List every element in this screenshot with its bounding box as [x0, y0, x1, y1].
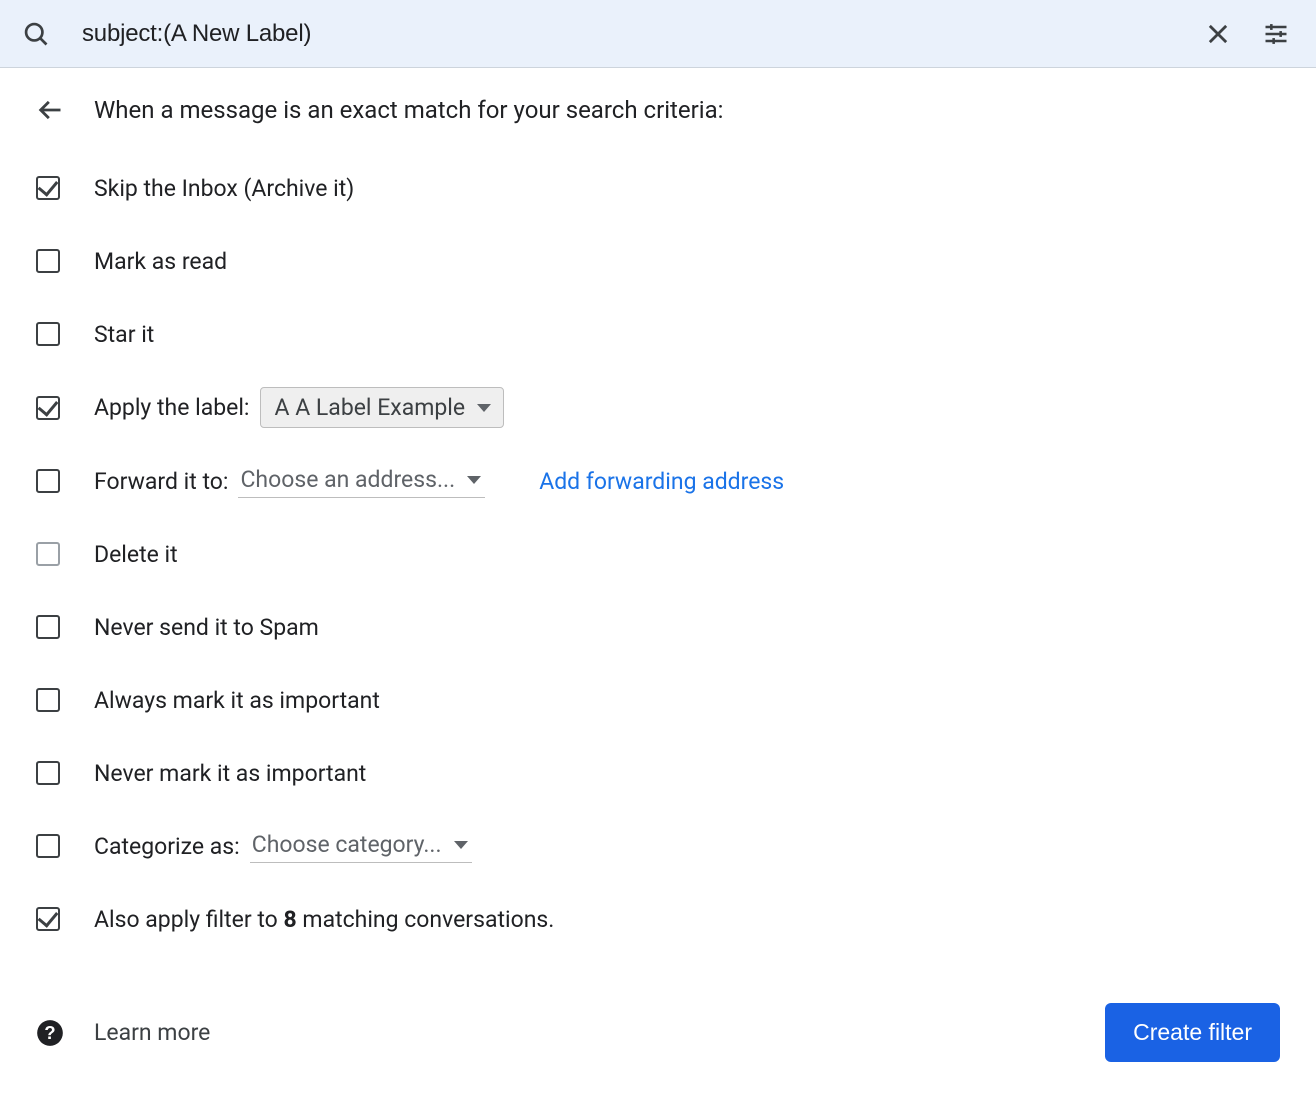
- search-bar: [0, 0, 1316, 68]
- label-star-it: Star it: [94, 321, 154, 348]
- panel-footer: ? Learn more Create filter: [36, 1003, 1280, 1062]
- checkbox-mark-read[interactable]: [36, 249, 60, 273]
- checkbox-also-apply[interactable]: [36, 907, 60, 931]
- back-button[interactable]: [36, 96, 64, 124]
- option-never-spam: Never send it to Spam: [36, 607, 1280, 647]
- option-forward: Forward it to: Choose an address... Add …: [36, 461, 1280, 501]
- option-star-it: Star it: [36, 314, 1280, 354]
- search-input[interactable]: [80, 19, 1182, 49]
- learn-more-link[interactable]: Learn more: [94, 1019, 210, 1046]
- caret-down-icon: [477, 404, 491, 412]
- label-apply-label: Apply the label:: [94, 394, 250, 421]
- create-filter-button[interactable]: Create filter: [1105, 1003, 1280, 1062]
- svg-text:?: ?: [44, 1021, 55, 1042]
- label-forward: Forward it to:: [94, 468, 228, 495]
- option-mark-read: Mark as read: [36, 241, 1280, 281]
- option-always-important: Always mark it as important: [36, 680, 1280, 720]
- checkbox-delete[interactable]: [36, 542, 60, 566]
- help-icon[interactable]: ?: [36, 1019, 64, 1047]
- checkbox-skip-inbox[interactable]: [36, 176, 60, 200]
- filter-actions-panel: When a message is an exact match for you…: [0, 68, 1316, 1102]
- option-never-important: Never mark it as important: [36, 753, 1280, 793]
- label-delete: Delete it: [94, 541, 178, 568]
- checkbox-star-it[interactable]: [36, 322, 60, 346]
- label-categorize: Categorize as:: [94, 833, 240, 860]
- clear-search-button[interactable]: [1196, 12, 1240, 56]
- option-skip-inbox: Skip the Inbox (Archive it): [36, 168, 1280, 208]
- label-also-apply: Also apply filter to 8 matching conversa…: [94, 906, 554, 933]
- dropdown-categorize-value: Choose category...: [252, 831, 442, 858]
- option-categorize: Categorize as: Choose category...: [36, 826, 1280, 866]
- label-always-important: Always mark it as important: [94, 687, 380, 714]
- dropdown-apply-label[interactable]: A A Label Example: [260, 387, 505, 428]
- panel-title: When a message is an exact match for you…: [94, 96, 723, 124]
- add-forwarding-address-link[interactable]: Add forwarding address: [539, 468, 784, 495]
- label-skip-inbox: Skip the Inbox (Archive it): [94, 175, 354, 202]
- search-icon: [22, 20, 50, 48]
- dropdown-apply-label-value: A A Label Example: [275, 394, 466, 421]
- option-also-apply: Also apply filter to 8 matching conversa…: [36, 899, 1280, 939]
- checkbox-always-important[interactable]: [36, 688, 60, 712]
- dropdown-forward[interactable]: Choose an address...: [238, 464, 485, 498]
- checkbox-never-spam[interactable]: [36, 615, 60, 639]
- checkbox-never-important[interactable]: [36, 761, 60, 785]
- search-options-icon[interactable]: [1254, 12, 1298, 56]
- label-never-spam: Never send it to Spam: [94, 614, 319, 641]
- checkbox-forward[interactable]: [36, 469, 60, 493]
- option-delete: Delete it: [36, 534, 1280, 574]
- caret-down-icon: [454, 841, 468, 849]
- option-apply-label: Apply the label: A A Label Example: [36, 387, 1280, 428]
- checkbox-categorize[interactable]: [36, 834, 60, 858]
- label-never-important: Never mark it as important: [94, 760, 366, 787]
- dropdown-forward-value: Choose an address...: [240, 466, 455, 493]
- dropdown-categorize[interactable]: Choose category...: [250, 829, 472, 863]
- label-mark-read: Mark as read: [94, 248, 227, 275]
- checkbox-apply-label[interactable]: [36, 396, 60, 420]
- caret-down-icon: [467, 476, 481, 484]
